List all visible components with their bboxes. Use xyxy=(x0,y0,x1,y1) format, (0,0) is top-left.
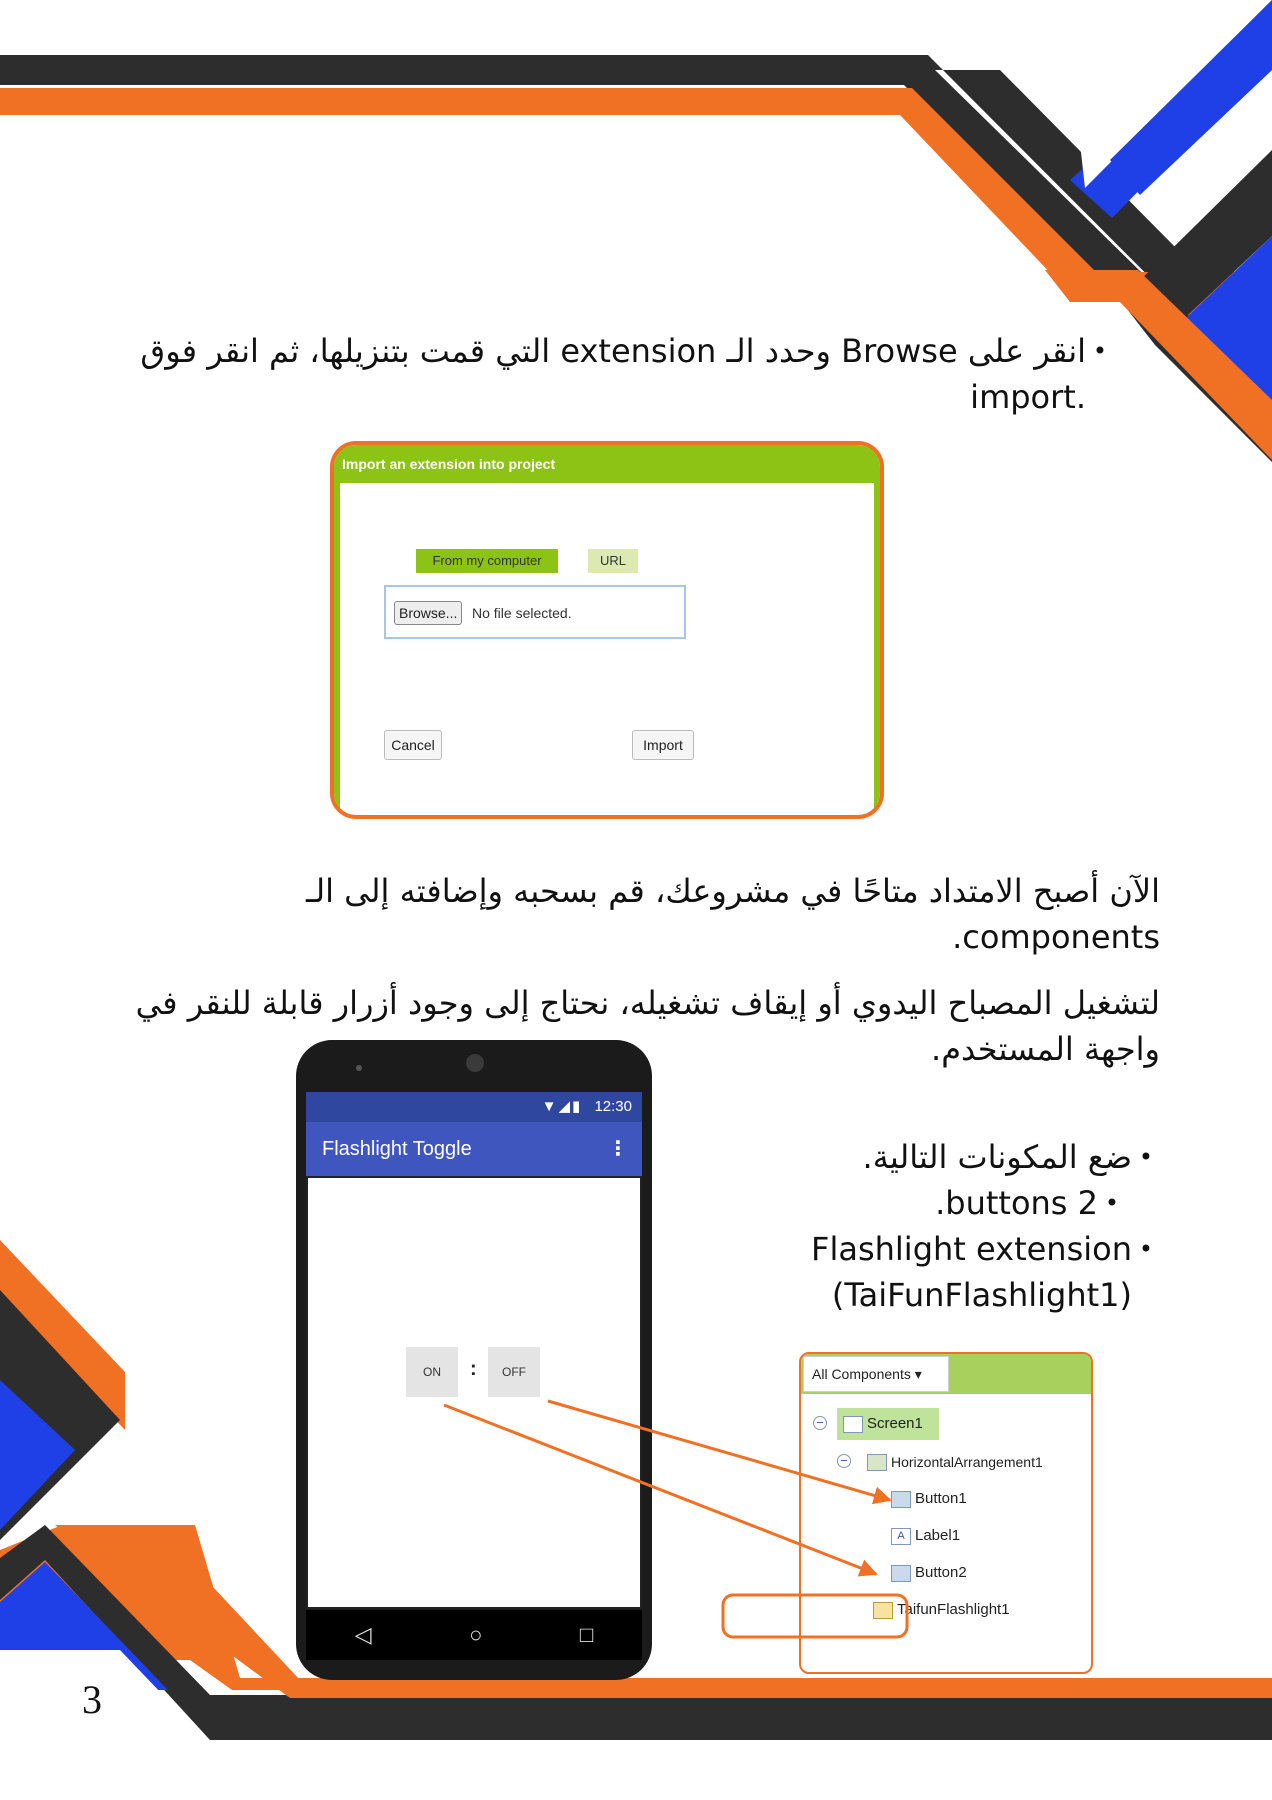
top-right-blue-upper xyxy=(1070,0,1272,218)
tree-item-label: Screen1 xyxy=(867,1415,923,1432)
extension-available-paragraph: الآن أصبح الامتداد متاحًا في مشروعك، قم … xyxy=(300,868,1160,960)
top-right-orange xyxy=(1138,272,1272,462)
extension-available-text: الآن أصبح الامتداد متاحًا في مشروعك، قم … xyxy=(305,872,1160,956)
tree-item-label: Label1 xyxy=(915,1527,961,1544)
tree-item-arrangement[interactable]: HorizontalArrangement1 xyxy=(867,1451,1043,1473)
phone-sensor xyxy=(356,1065,362,1071)
url-tab[interactable]: URL xyxy=(588,549,638,573)
components-list: • ضع المكونات التالية. • .buttons 2 • Fl… xyxy=(700,1134,1160,1318)
import-button[interactable]: Import xyxy=(632,730,694,760)
app-title: Flashlight Toggle xyxy=(322,1138,472,1160)
file-chooser: Browse... No file selected. xyxy=(384,585,686,639)
button-icon xyxy=(891,1490,911,1508)
status-time: 12:30 xyxy=(594,1098,632,1115)
collapse-arrangement-icon[interactable]: − xyxy=(837,1454,851,1468)
tree-item-label1[interactable]: A Label1 xyxy=(891,1525,960,1547)
dialog-left-border xyxy=(334,483,340,815)
tree-item-button2[interactable]: Button2 xyxy=(891,1562,967,1584)
import-instruction-text: انقر على Browse وحدد الـ extension التي … xyxy=(140,332,1086,416)
dialog-title: Import an extension into project xyxy=(334,445,880,483)
bullet-icon: • xyxy=(1092,337,1108,365)
import-instruction: • انقر على Browse وحدد الـ extension الت… xyxy=(110,328,1114,420)
components-intro-row: • ضع المكونات التالية. xyxy=(700,1134,1160,1180)
components-dropdown[interactable]: All Components ▾ xyxy=(803,1356,949,1392)
top-orange-band xyxy=(0,70,1141,272)
from-computer-tab[interactable]: From my computer xyxy=(416,549,558,573)
tree-item-label: HorizontalArrangement1 xyxy=(891,1454,1043,1470)
tree-item-button1[interactable]: Button1 xyxy=(891,1488,967,1510)
tree-item-label: TaifunFlashlight1 xyxy=(897,1601,1010,1618)
arrangement-icon xyxy=(867,1453,887,1471)
buttons-item-row: • .buttons 2 xyxy=(700,1180,1160,1226)
file-status-text: No file selected. xyxy=(472,605,572,621)
browse-button[interactable]: Browse... xyxy=(394,601,463,625)
cancel-button[interactable]: Cancel xyxy=(384,730,442,760)
on-button[interactable]: ON xyxy=(406,1347,458,1397)
extension-icon xyxy=(873,1601,893,1619)
tree-item-screen1[interactable]: Screen1 xyxy=(843,1413,923,1435)
flashlight-item: Flashlight extension (TaiFunFlashlight1) xyxy=(811,1226,1132,1318)
components-tree-panel: All Components ▾ − Screen1 − HorizontalA… xyxy=(799,1352,1093,1674)
tree-item-flashlight[interactable]: TaifunFlashlight1 xyxy=(873,1599,1010,1621)
components-intro: ضع المكونات التالية. xyxy=(862,1138,1132,1176)
button-icon xyxy=(891,1564,911,1582)
screen-icon xyxy=(843,1415,863,1433)
bullet-icon: • xyxy=(1138,1143,1154,1171)
navigation-bar: ◁ ○ □ xyxy=(306,1610,642,1660)
bullet-icon: • xyxy=(1138,1235,1154,1263)
flashlight-item-line2: (TaiFunFlashlight1) xyxy=(831,1276,1132,1314)
buttons-item: .buttons 2 xyxy=(935,1184,1098,1222)
app-bar: Flashlight Toggle ⋮ xyxy=(306,1122,642,1176)
collapse-screen1-icon[interactable]: − xyxy=(813,1416,827,1430)
bottom-left-dark xyxy=(0,1290,120,1540)
top-dark-stripe xyxy=(0,0,1272,270)
phone-mockup: ▼◢▮ 12:30 Flashlight Toggle ⋮ ON : OFF ◁… xyxy=(296,1040,652,1680)
label-icon: A xyxy=(891,1527,911,1545)
top-right-dark xyxy=(1120,150,1272,462)
status-bar: ▼◢▮ 12:30 xyxy=(306,1092,642,1122)
recent-apps-icon[interactable]: □ xyxy=(580,1622,593,1648)
flashlight-item-row: • Flashlight extension (TaiFunFlashlight… xyxy=(700,1226,1160,1318)
top-right-blue-top xyxy=(1110,0,1272,195)
import-extension-dialog: Import an extension into project From my… xyxy=(330,441,884,819)
page-number: 3 xyxy=(82,1677,102,1722)
top-right-blue-lower xyxy=(1186,236,1272,404)
bottom-left-orange xyxy=(0,1240,125,1430)
dialog-right-border xyxy=(874,483,880,815)
off-button[interactable]: OFF xyxy=(488,1347,540,1397)
app-screen: ON : OFF xyxy=(306,1176,642,1609)
back-icon[interactable]: ◁ xyxy=(355,1622,372,1648)
bullet-icon: • xyxy=(1104,1189,1120,1217)
top-right-white-wedge xyxy=(1064,0,1272,188)
top-orange-stripe xyxy=(0,88,1272,300)
tree-item-label: Button2 xyxy=(915,1564,967,1581)
bottom-left-blue xyxy=(0,1380,75,1530)
flashlight-item-line1: Flashlight extension xyxy=(811,1230,1132,1268)
signal-battery-icon: ▼◢▮ xyxy=(541,1098,583,1115)
tree-header: All Components ▾ xyxy=(801,1354,1091,1394)
top-right-dark-corner xyxy=(1046,0,1150,80)
colon-label: : xyxy=(470,1358,477,1380)
tree-item-label: Button1 xyxy=(915,1490,967,1507)
phone-camera xyxy=(466,1054,484,1072)
overflow-menu-icon[interactable]: ⋮ xyxy=(608,1122,628,1176)
home-icon[interactable]: ○ xyxy=(469,1622,482,1648)
bottom-blue-wedge xyxy=(0,1562,168,1690)
